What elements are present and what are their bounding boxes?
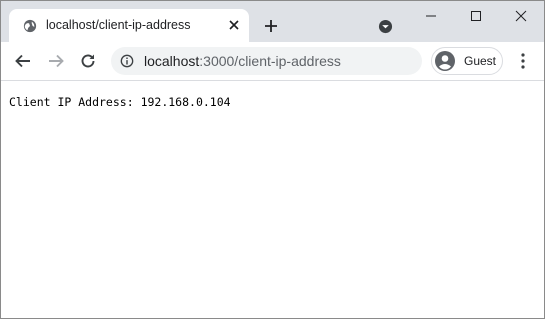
profile-button[interactable]: Guest <box>431 47 503 75</box>
close-icon <box>515 10 527 22</box>
browser-toolbar: localhost:3000/client-ip-address Guest <box>1 42 544 81</box>
close-icon[interactable] <box>226 17 242 33</box>
maximize-icon <box>471 11 481 21</box>
tab-title: localhost/client-ip-address <box>46 18 191 32</box>
page-content: Client IP Address: 192.168.0.104 <box>1 81 544 318</box>
reload-icon[interactable] <box>79 52 97 70</box>
client-ip-label: Client IP Address: <box>9 95 134 109</box>
globe-icon <box>23 19 37 33</box>
url-path: :3000/client-ip-address <box>199 53 341 69</box>
close-window-button[interactable] <box>498 1 544 31</box>
maximize-button[interactable] <box>453 1 499 31</box>
address-bar[interactable]: localhost:3000/client-ip-address <box>111 47 422 75</box>
minimize-icon <box>426 15 436 17</box>
tab-strip: localhost/client-ip-address <box>1 1 544 42</box>
url-text[interactable]: localhost:3000/client-ip-address <box>144 53 341 69</box>
info-icon[interactable] <box>120 54 134 68</box>
minimize-button[interactable] <box>408 1 454 31</box>
plus-icon[interactable] <box>263 18 279 34</box>
browser-window: localhost/client-ip-address localhost:30… <box>0 0 545 319</box>
client-ip-line: Client IP Address: 192.168.0.104 <box>9 95 231 109</box>
client-ip-value: 192.168.0.104 <box>140 95 231 109</box>
chevron-down-circle-icon[interactable] <box>378 19 393 34</box>
profile-label: Guest <box>464 54 497 68</box>
tab-client-ip-address[interactable]: localhost/client-ip-address <box>9 9 249 42</box>
forward-arrow-icon[interactable] <box>47 52 65 70</box>
person-icon <box>435 51 455 71</box>
kebab-menu-icon[interactable] <box>515 52 531 70</box>
back-arrow-icon[interactable] <box>14 52 32 70</box>
url-host: localhost <box>144 53 200 69</box>
